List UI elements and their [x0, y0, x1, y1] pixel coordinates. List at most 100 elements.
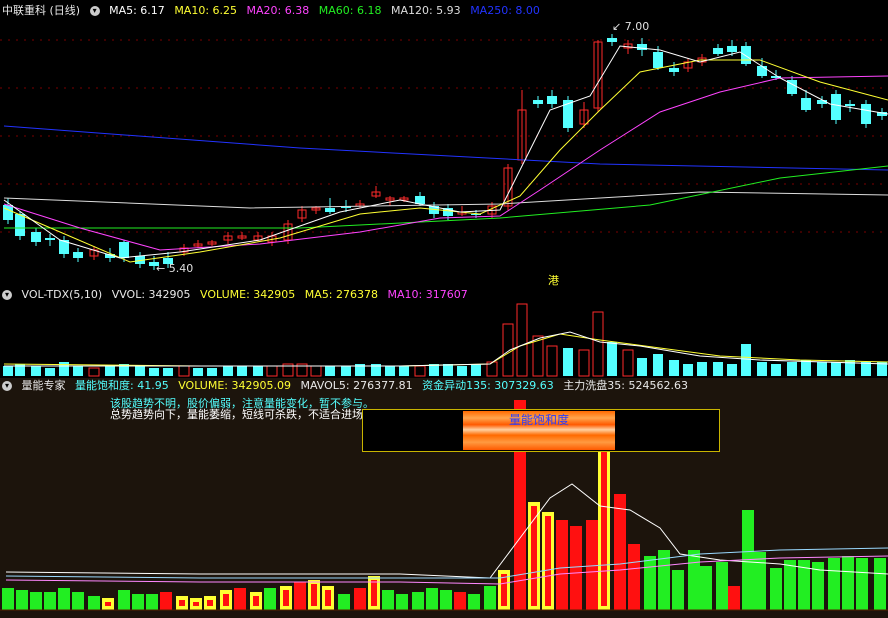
candle-down: [325, 208, 335, 212]
candle-down: [119, 242, 129, 258]
stock-name: 中联重科 (日线): [2, 4, 81, 17]
volume-value: VOLUME: 342905: [200, 288, 296, 301]
energy-bar: [2, 588, 14, 610]
volume-bar-down: [713, 362, 723, 376]
energy-bar: [828, 558, 840, 610]
volume-bar-down: [207, 368, 217, 376]
chevron-down-icon[interactable]: ▾: [89, 6, 100, 16]
candle-down: [801, 98, 811, 110]
candle-down: [861, 104, 871, 124]
volume-bar-down: [607, 342, 617, 376]
energy-indicator-name: 量能专家: [21, 379, 66, 392]
volume-bar-down: [653, 354, 663, 376]
volume-bar-down: [669, 360, 679, 376]
volume-chart-panel[interactable]: ▾ VOL-TDX(5,10) VVOL: 342905 VOLUME: 342…: [0, 286, 888, 378]
energy-bar: [644, 556, 656, 610]
vol-ma10-line: [3, 333, 888, 367]
candle-down: [757, 66, 767, 76]
energy-bar-inner: [179, 600, 185, 606]
volume-bar-up: [88, 367, 100, 377]
energy-bar: [874, 558, 886, 610]
ma120-value: MA120: 5.93: [390, 4, 461, 17]
energy-bar: [570, 526, 582, 610]
low-price-label: ← 5.40: [156, 262, 194, 275]
volume-bar-down: [253, 366, 263, 376]
candle-down: [607, 38, 617, 42]
energy-bar: [614, 494, 626, 610]
volume-bar-down: [563, 348, 573, 376]
energy-bar: [146, 594, 158, 610]
energy-bar: [132, 594, 144, 610]
energy-bar: [484, 586, 496, 610]
energy-bar: [354, 588, 366, 610]
volume-indicator-name: VOL-TDX(5,10): [21, 288, 103, 301]
saturation-heatmap: 量能饱和度: [463, 411, 615, 450]
volume-bar-down: [637, 358, 647, 376]
energy-bar-inner: [223, 594, 229, 606]
hk-connect-marker: 港: [548, 274, 559, 286]
energy-bar: [754, 552, 766, 610]
volume-bar-down: [73, 366, 83, 376]
vvol-value: VVOL: 342905: [111, 288, 191, 301]
volume-bar-down: [757, 362, 767, 376]
chevron-down-icon[interactable]: ▾: [2, 290, 12, 300]
energy-bar: [294, 582, 306, 610]
ma250-value: MA250: 8.00: [470, 4, 540, 17]
energy-bar: [44, 592, 56, 610]
candle-down: [845, 104, 855, 106]
price-candles: [0, 34, 888, 270]
energy-bar: [118, 590, 130, 610]
vol-ma5-line: [4, 331, 888, 367]
energy-bar: [160, 592, 172, 610]
energy-volume-value: VOLUME: 342905.09: [178, 379, 291, 392]
ma120-line: [3, 191, 888, 209]
volume-bar-down: [443, 364, 453, 376]
candle-down: [45, 238, 55, 240]
energy-bar: [58, 588, 70, 610]
volume-bar-down: [237, 366, 247, 376]
volume-bar-up: [310, 365, 322, 377]
energy-bar: [440, 590, 452, 610]
energy-bar-inner: [207, 600, 213, 606]
ma60-line: [4, 165, 888, 229]
ma5-line: [3, 45, 888, 259]
chevron-down-icon[interactable]: ▾: [2, 381, 12, 391]
energy-bar-inner: [105, 602, 111, 606]
energy-bar: [856, 558, 868, 610]
candle-down: [669, 68, 679, 72]
volume-bar-down: [325, 366, 335, 376]
volume-bar-down: [399, 366, 409, 376]
candle-down: [31, 232, 41, 242]
volume-bar-down: [801, 360, 811, 376]
vol-ma5-value: MA5: 276378: [304, 288, 379, 301]
volume-bar-down: [697, 362, 707, 376]
saturation-value: 量能饱和度: 41.95: [75, 379, 169, 392]
ma20-line: [3, 75, 888, 251]
energy-bar: [396, 594, 408, 610]
volume-bar-up: [414, 365, 426, 377]
volume-bar-down: [149, 368, 159, 376]
energy-bar-inner: [501, 574, 507, 606]
volume-bar-down: [163, 368, 173, 376]
volume-bar-down: [457, 366, 467, 376]
energy-bar: [30, 592, 42, 610]
energy-bar: [16, 590, 28, 610]
volume-bar-down: [831, 362, 841, 376]
ma60-value: MA60: 6.18: [318, 4, 382, 17]
energy-bar: [728, 586, 740, 610]
candle-down: [741, 46, 751, 64]
price-chart-panel[interactable]: 中联重科 (日线) ▾ MA5: 6.17 MA10: 6.25 MA20: 6…: [0, 0, 888, 286]
fund-move-value: 资金异动135: 307329.63: [422, 379, 554, 392]
energy-bar-inner: [545, 516, 551, 606]
volume-bar-up: [546, 345, 558, 377]
volume-bar-down: [135, 366, 145, 376]
volume-bar-down: [105, 366, 115, 376]
candle-down: [15, 214, 25, 236]
vol-ma10-value: MA10: 317607: [387, 288, 468, 301]
energy-bar: [770, 568, 782, 610]
volume-bar-up: [266, 365, 278, 377]
ma20-value: MA20: 6.38: [246, 4, 310, 17]
candle-down: [73, 252, 83, 258]
energy-bar-inner: [193, 602, 199, 606]
energy-bar: [716, 562, 728, 610]
